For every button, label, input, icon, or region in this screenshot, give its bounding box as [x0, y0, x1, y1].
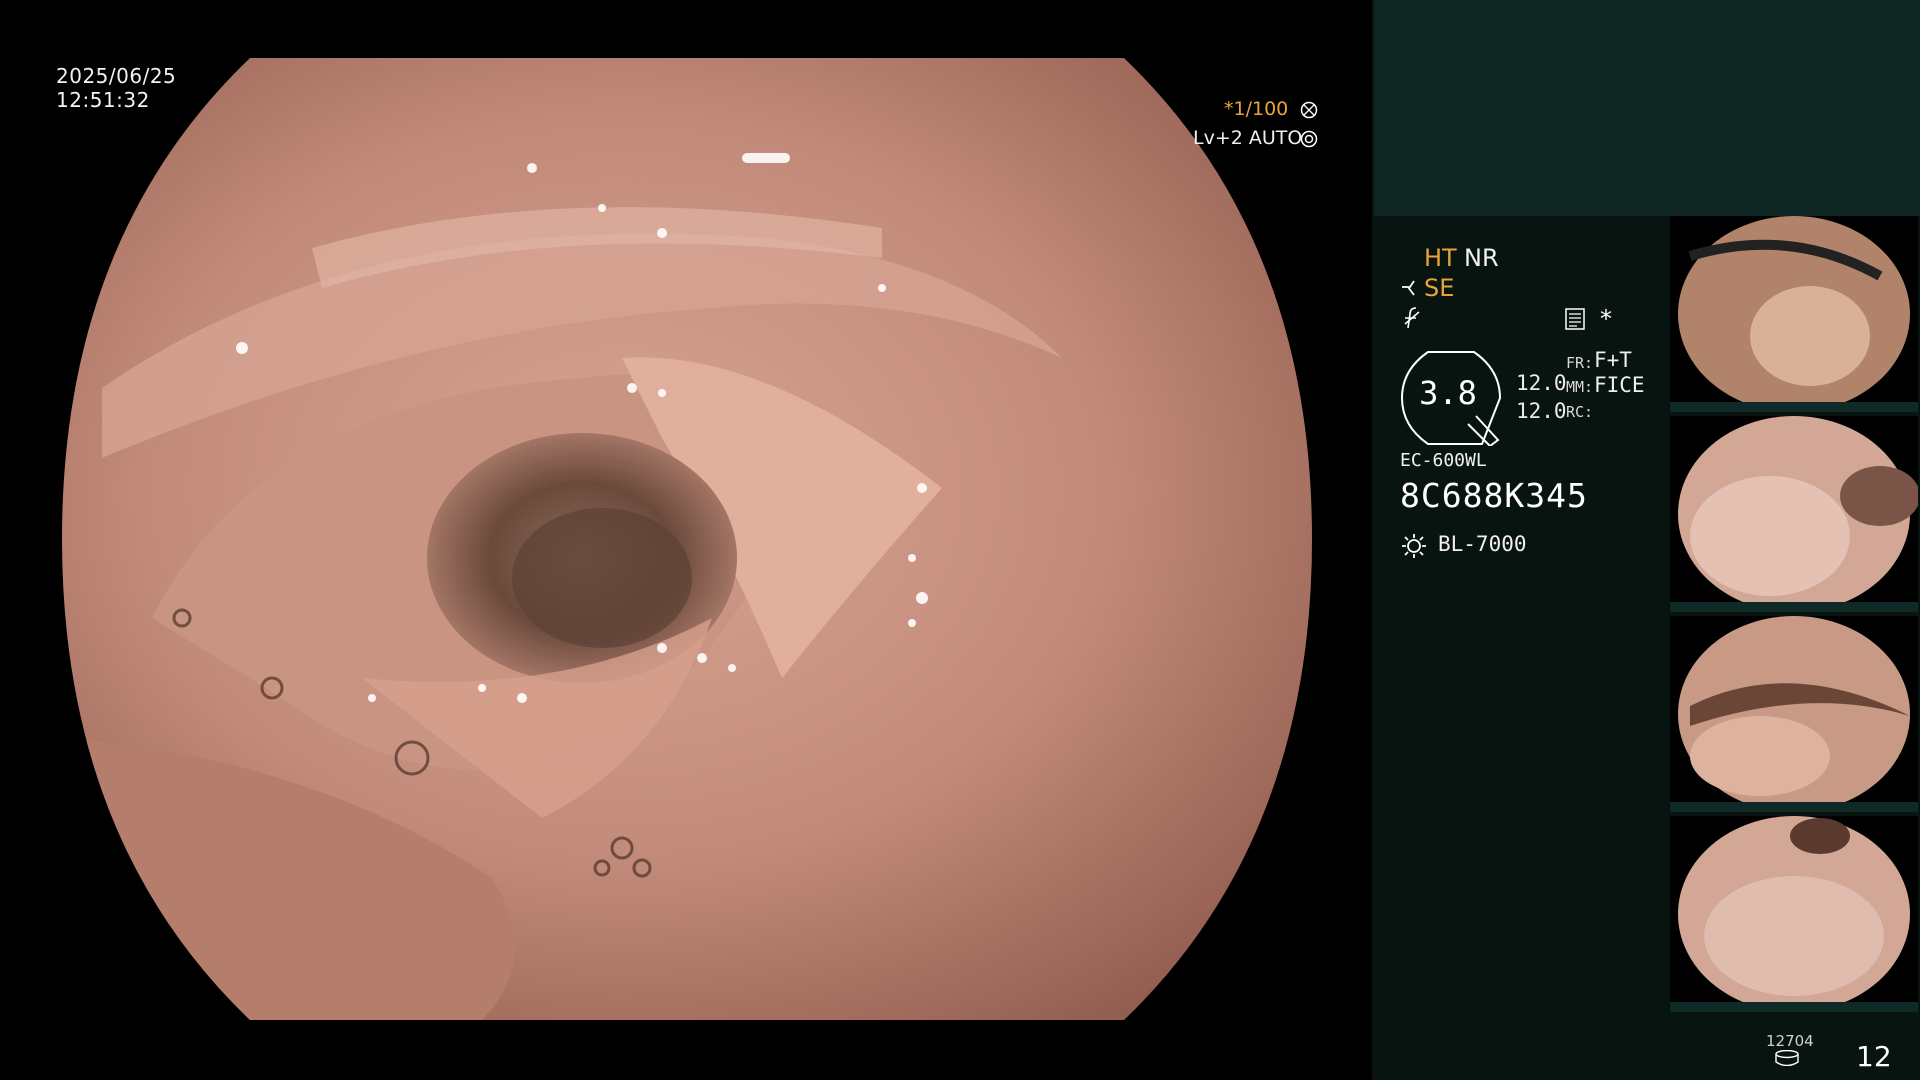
- shutter-icon: [1300, 101, 1318, 119]
- thumbnail-4[interactable]: [1670, 816, 1918, 1012]
- brightness-level: Lv+2 AUTO: [1193, 127, 1303, 149]
- thumbnail-bar: [1670, 402, 1918, 412]
- se-indicator: SE: [1424, 274, 1455, 302]
- nr-indicator: NR: [1464, 244, 1499, 272]
- shutter-speed: *1/100: [1224, 98, 1289, 120]
- thumbnail-image: [1678, 216, 1910, 412]
- thumbnail-bar: [1670, 1002, 1918, 1012]
- page-number: 12: [1856, 1040, 1892, 1073]
- thumbnail-image: [1678, 616, 1910, 812]
- memo-icon: [1565, 308, 1585, 330]
- image-count: 12704: [1766, 1032, 1814, 1050]
- info-panel-header: [1374, 0, 1920, 216]
- scope-serial: 8C688K345: [1400, 476, 1588, 515]
- star-indicator: *: [1600, 305, 1612, 333]
- thumbnail-image: [1678, 416, 1918, 612]
- rc-key: RC:: [1566, 403, 1594, 421]
- light-source-label: BL-7000: [1438, 532, 1527, 556]
- time-text: 12:51:32: [56, 88, 150, 112]
- mm-key: MM:: [1566, 378, 1594, 396]
- mm-value: FICE: [1594, 373, 1645, 397]
- date-text: 2025/06/25: [56, 64, 177, 88]
- se-icon: [1402, 280, 1415, 296]
- value-b: 12.0: [1516, 399, 1567, 423]
- ht-indicator: HT: [1424, 244, 1457, 272]
- scope-model: EC-600WL: [1400, 450, 1487, 471]
- fr-key: FR:: [1566, 354, 1594, 372]
- fr-value: F+T: [1594, 348, 1632, 372]
- auto-iris-icon: [1300, 130, 1318, 148]
- thumbnail-1[interactable]: [1670, 216, 1918, 412]
- endoscope-image: [62, 58, 1312, 1020]
- zoom-value: 3.8: [1419, 374, 1477, 412]
- thumbnail-bar: [1670, 602, 1918, 612]
- thumbnail-3[interactable]: [1670, 616, 1918, 812]
- thumbnail-2[interactable]: [1670, 416, 1918, 612]
- f-icon: [1404, 307, 1420, 329]
- value-a: 12.0: [1516, 371, 1567, 395]
- light-source-icon: [1402, 534, 1426, 558]
- datetime-display: 2025/06/25 12:51:32: [56, 64, 176, 112]
- thumbnail-bar: [1670, 802, 1918, 812]
- storage-disk-icon: [1775, 1050, 1799, 1066]
- thumbnail-image: [1678, 816, 1910, 1012]
